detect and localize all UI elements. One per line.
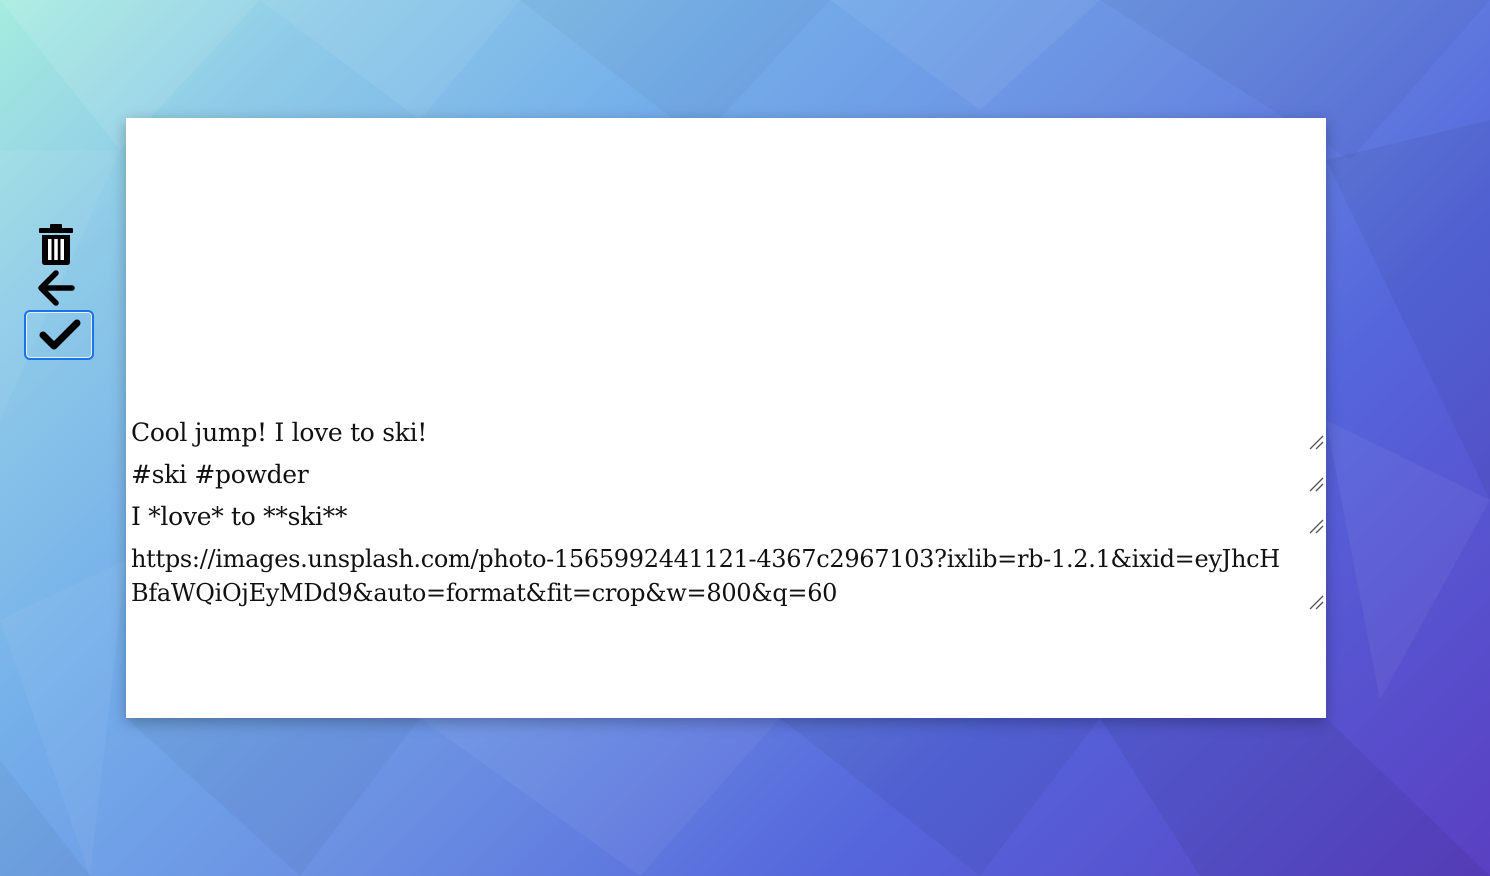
- markdown-text: I *love* to **ski**: [131, 502, 348, 531]
- caption-text: Cool jump! I love to ski!: [131, 418, 428, 447]
- tags-text: #ski #powder: [131, 460, 309, 489]
- resize-grip-icon[interactable]: [1308, 476, 1324, 492]
- trash-icon: [39, 224, 73, 265]
- markdown-field[interactable]: I *love* to **ski**: [126, 496, 1326, 538]
- resize-grip-icon[interactable]: [1308, 518, 1324, 534]
- image-url-field[interactable]: https://images.unsplash.com/photo-156599…: [126, 538, 1326, 614]
- check-icon: [39, 319, 81, 350]
- edit-card: Cool jump! I love to ski! #ski #powder I…: [126, 118, 1326, 718]
- edit-toolbar: [24, 220, 94, 360]
- resize-grip-icon[interactable]: [1308, 434, 1324, 450]
- arrow-left-icon: [38, 270, 75, 306]
- image-url-text: https://images.unsplash.com/photo-156599…: [131, 545, 1280, 607]
- confirm-button[interactable]: [24, 310, 94, 360]
- tags-field[interactable]: #ski #powder: [126, 454, 1326, 496]
- back-button[interactable]: [24, 268, 88, 308]
- delete-button[interactable]: [24, 220, 88, 268]
- edit-fields: Cool jump! I love to ski! #ski #powder I…: [126, 412, 1326, 614]
- resize-grip-icon[interactable]: [1308, 594, 1324, 610]
- caption-field[interactable]: Cool jump! I love to ski!: [126, 412, 1326, 454]
